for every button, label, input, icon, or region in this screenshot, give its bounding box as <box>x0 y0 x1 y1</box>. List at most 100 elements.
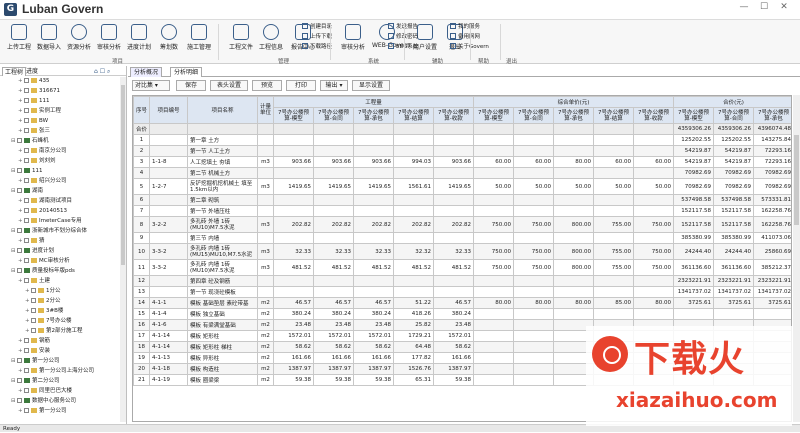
tree-checkbox[interactable] <box>31 318 36 323</box>
table-row[interactable]: 3 1-1-8 人工挖填土 夯填 m3 903.66 903.66 903.66 994.03… <box>133 156 791 168</box>
tree-checkbox[interactable] <box>17 168 22 173</box>
tree-checkbox[interactable] <box>24 148 29 153</box>
ribbon-button-6[interactable]: 施工管理 <box>184 23 214 59</box>
col-sub-header[interactable]: 7号办公楼预算-合同 <box>513 107 555 124</box>
tree-node[interactable]: + 绍兴分公司 <box>18 177 67 186</box>
tree-checkbox[interactable] <box>17 358 22 363</box>
table-row[interactable]: 13 第一节 现浇砼模板 1341737.02 1341737.02 1341737.0… <box>133 286 791 298</box>
tree-checkbox[interactable] <box>17 138 22 143</box>
print-button[interactable]: 打印 <box>286 80 316 91</box>
tree-node[interactable]: + 同里巴巴大楼 <box>18 387 72 396</box>
ribbon-button-2[interactable]: 资源分析 <box>64 23 94 59</box>
table-row[interactable]: 4 第二节 机械土方 70982.69 70982.69 70982.69 <box>133 167 791 179</box>
tree-node[interactable]: + BW <box>18 117 48 126</box>
tree-node[interactable]: + 猜 <box>18 237 45 246</box>
ribbon-small-button-3[interactable]: 发送报告 <box>388 23 418 32</box>
table-row[interactable]: 合价 4359306.26 4359306.26 4396074.48 <box>133 123 791 135</box>
col-seq[interactable]: 序号 <box>133 96 150 124</box>
tree-node[interactable]: ⊟ 数据中心服务公司 <box>11 397 76 406</box>
table-row[interactable]: 2 第一节 人工土方 54219.87 54219.87 72293.16 <box>133 145 791 157</box>
ribbon-small-button-7[interactable]: 备用网网 <box>450 33 480 42</box>
tree-checkbox[interactable] <box>24 88 29 93</box>
tree-checkbox[interactable] <box>24 78 29 83</box>
tree-node[interactable]: + 湖南测试项目 <box>18 197 72 206</box>
col-unit[interactable]: 计量单位 <box>257 96 274 124</box>
tree-checkbox[interactable] <box>17 248 22 253</box>
ribbon-button-8[interactable]: 工程信息 <box>256 23 286 59</box>
table-row[interactable]: 9 第三节 内墙 385380.99 385380.99 411073.06 <box>133 232 791 244</box>
tree-checkbox[interactable] <box>24 338 29 343</box>
col-code[interactable]: 项目编号 <box>149 96 188 124</box>
grid-scrollbar[interactable] <box>793 95 800 422</box>
tree-node[interactable]: +111 <box>18 97 50 106</box>
tree-checkbox[interactable] <box>17 398 22 403</box>
tab-analysis-detail[interactable]: 分析明细 <box>170 67 203 77</box>
tree-node[interactable]: + 实例工程 <box>18 107 61 116</box>
col-sub-header[interactable]: 7号办公楼预算-承包 <box>753 107 791 124</box>
tree-scrollbar[interactable] <box>120 77 126 422</box>
ribbon-button-0[interactable]: 上传工程 <box>4 23 34 59</box>
col-sub-header[interactable]: 7号办公楼预算-收款 <box>633 107 675 124</box>
ribbon-button-10[interactable]: 审核分析 <box>338 23 368 59</box>
tree-checkbox[interactable] <box>24 348 29 353</box>
tree-checkbox[interactable] <box>17 228 22 233</box>
tree-checkbox[interactable] <box>17 378 22 383</box>
tree-node[interactable]: + 张三 <box>18 127 50 136</box>
tree-checkbox[interactable] <box>24 118 29 123</box>
ribbon-button-3[interactable]: 审核分析 <box>94 23 124 59</box>
tree-checkbox[interactable] <box>24 238 29 243</box>
tree-checkbox[interactable] <box>31 328 36 333</box>
tree-node[interactable]: ⊟ 进度计划 <box>11 247 54 256</box>
tree-node[interactable]: + MC审核分析 <box>18 257 70 266</box>
ribbon-button-1[interactable]: 数据导入 <box>34 23 64 59</box>
tree-checkbox[interactable] <box>24 98 29 103</box>
tree-checkbox[interactable] <box>24 258 29 263</box>
tree-checkbox[interactable] <box>24 108 29 113</box>
tree-node[interactable]: + 刘刘刘 <box>18 157 56 166</box>
table-row[interactable]: 11 3-3-2 多孔砖 内墙 1砖(MU10)M7.5水泥 m3 481.52 481.… <box>133 259 791 276</box>
table-row[interactable]: 12 第四章 砼及钢筋 2323221.91 2323221.91 2323221.91 <box>133 275 791 287</box>
compare-select[interactable]: 对比集 ▾ <box>132 80 170 91</box>
tree-checkbox[interactable] <box>31 288 36 293</box>
ribbon-button-4[interactable]: 进度计划 <box>124 23 154 59</box>
tree-node[interactable]: + ImeterCase专用 <box>18 217 82 226</box>
col-sub-header[interactable]: 7号办公楼预算-结算 <box>593 107 635 124</box>
tree-checkbox[interactable] <box>24 278 29 283</box>
minimize-icon[interactable]: — <box>738 2 750 12</box>
tree-node[interactable]: + 钢筋 <box>18 337 50 346</box>
tree-checkbox[interactable] <box>24 178 29 183</box>
tree-node[interactable]: +316671 <box>18 87 60 96</box>
col-sub-header[interactable]: 7号办公楼预算-结算 <box>393 107 434 124</box>
tree-node[interactable]: +435 <box>18 77 50 86</box>
tree-checkbox[interactable] <box>24 128 29 133</box>
display-settings-button[interactable]: 显示设置 <box>352 80 390 91</box>
table-row[interactable]: 8 3-2-2 多孔砖 外墙 1砖(MU10)M7.5水泥 m3 202.82 202.8… <box>133 216 791 233</box>
ribbon-small-button-6[interactable]: 我的服务 <box>450 23 480 32</box>
col-sub-header[interactable]: 7号办公楼预算-合同 <box>313 107 354 124</box>
tree-checkbox[interactable] <box>17 268 22 273</box>
save-button[interactable]: 保存 <box>176 80 206 91</box>
tree-node[interactable]: + 第一分公司上海分公司 <box>18 367 94 376</box>
tree-toolbar-icon[interactable]: ⌂ ☐ ⌕ <box>92 67 112 76</box>
tree-node[interactable]: ⊟ 111 <box>11 167 43 176</box>
ribbon-button-7[interactable]: 工程文件 <box>226 23 256 59</box>
header-settings-button[interactable]: 表头设置 <box>210 80 248 91</box>
tree-node[interactable]: +1分公 <box>25 287 61 296</box>
tree-checkbox[interactable] <box>24 218 29 223</box>
tree-checkbox[interactable] <box>24 208 29 213</box>
tab-project-tree[interactable]: 工程树 <box>2 67 27 76</box>
maximize-icon[interactable]: ☐ <box>758 2 770 12</box>
tree-node[interactable]: +7号办公楼 <box>25 317 72 326</box>
table-row[interactable]: 10 3-3-2 多孔砖 内墙 1砖(MU15)MU10,M7.5水泥 m3 32.33… <box>133 243 791 260</box>
tree-node[interactable]: ⊟ 浙新城市不划分综合体 <box>11 227 87 236</box>
table-row[interactable]: 5 1-2-7 反铲挖掘机挖机械土 填至1.5km以内 m3 1419.65 1419.6… <box>133 178 791 195</box>
tab-analysis-overview[interactable]: 分析概况 <box>130 67 163 77</box>
tree-checkbox[interactable] <box>24 198 29 203</box>
table-row[interactable]: 6 第二章 砌筑 537498.58 537498.58 573331.81 <box>133 194 791 206</box>
tree-node[interactable]: ⊟ 湖南 <box>11 187 43 196</box>
col-sub-header[interactable]: 7号办公楼预算-收款 <box>432 107 475 124</box>
col-sub-header[interactable]: 7号办公楼预算-模型 <box>673 107 715 124</box>
tab-progress[interactable]: 进度 <box>24 67 40 76</box>
ribbon-small-button-1[interactable]: 上传下载 <box>302 33 332 42</box>
tree-node[interactable]: ⊟ 质量投标年版pds <box>11 267 75 276</box>
